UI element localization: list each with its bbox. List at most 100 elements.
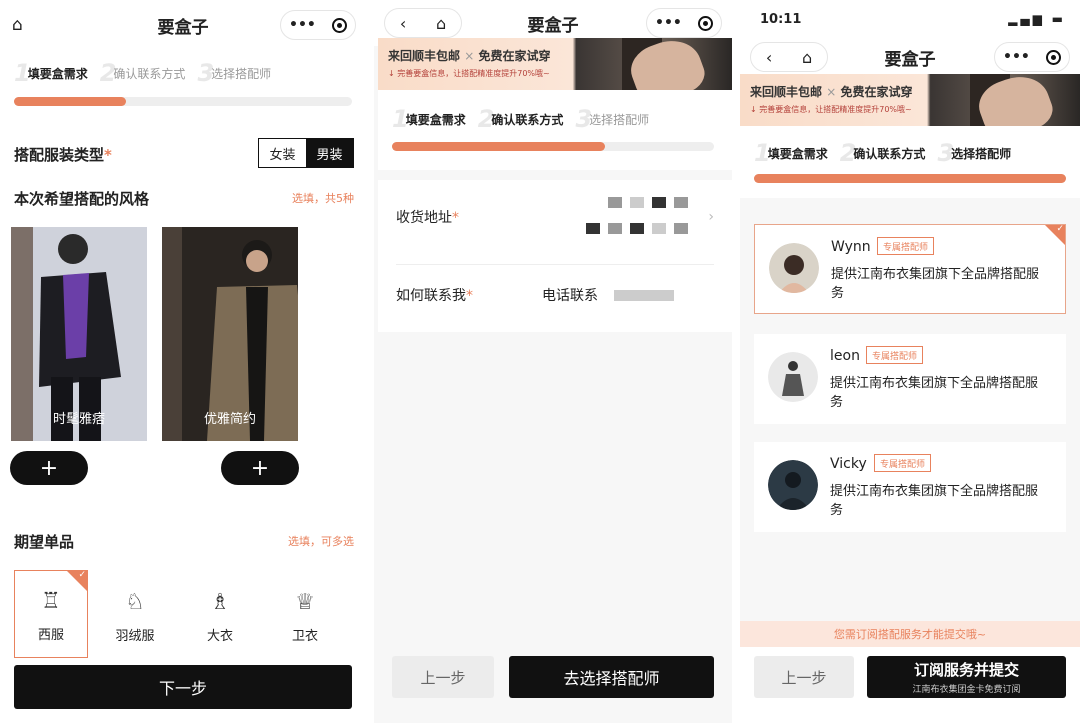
step-indicator: 1 填要盒需求 2 确认联系方式 3 选择搭配师	[392, 107, 661, 131]
screen-1: ⌂ 要盒子 ••• 1 填要盒需求 2 确认联系方式 3 选择搭配师 搭配服装类型* …	[0, 0, 366, 723]
stylist-card-wynn[interactable]: Wynn 专属搭配师 提供江南布衣集团旗下全品牌搭配服务	[754, 224, 1066, 314]
more-icon[interactable]: •••	[655, 15, 682, 31]
screen-3: 10:11 ▂▄▆ ▬ ‹ ⌂ 要盒子 ••• 来回顺丰包邮 × 免费在家试穿 …	[740, 0, 1080, 723]
step-2-label: 确认联系方式	[853, 147, 926, 161]
status-time: 10:11	[760, 12, 802, 27]
step-2-label: 确认联系方式	[491, 113, 564, 127]
item-down-jacket[interactable]: ♘ 羽绒服	[98, 570, 172, 658]
style-card-2[interactable]: 优雅简约	[162, 227, 298, 441]
item-label: 卫衣	[291, 629, 318, 644]
gender-toggle: 女装 男装	[258, 138, 354, 168]
choose-stylist-button[interactable]: 去选择搭配师	[509, 656, 714, 698]
step-1-label: 填要盒需求	[405, 113, 466, 127]
more-icon[interactable]: •••	[289, 17, 316, 33]
add-style-button[interactable]: +	[10, 451, 88, 485]
items-hint: 选填，可多选	[288, 535, 354, 548]
item-coat[interactable]: ♗ 大衣	[183, 570, 257, 658]
next-step-button[interactable]: 下一步	[14, 665, 352, 709]
nav-left-capsule: ‹ ⌂	[750, 42, 828, 72]
style-card-1[interactable]: 时髦雅痞	[11, 227, 147, 441]
nav-title: 要盒子	[527, 15, 579, 36]
address-label: 收货地址*	[396, 210, 459, 226]
prev-step-button[interactable]: 上一步	[754, 656, 854, 698]
mini-program-capsule[interactable]: •••	[280, 10, 356, 40]
avatar	[768, 352, 818, 402]
home-icon[interactable]: ⌂	[12, 15, 23, 35]
item-label: 大衣	[206, 629, 233, 644]
stylist-name: leon	[830, 348, 860, 364]
step-2-label: 确认联系方式	[113, 67, 186, 81]
promo-banner[interactable]: 来回顺丰包邮 × 免费在家试穿 ↓ 完善要盒信息，让搭配精准度提升70%哦~	[378, 38, 732, 90]
gender-male-option[interactable]: 男装	[306, 139, 353, 167]
home-icon[interactable]: ⌂	[802, 48, 812, 67]
progress-fill	[754, 174, 1066, 183]
step-1-label: 填要盒需求	[767, 147, 828, 161]
step-3-label: 选择搭配师	[211, 67, 272, 81]
selected-check-icon	[1045, 224, 1065, 245]
status-icons: ▂▄▆ ▬	[1008, 12, 1066, 26]
style-label: 时髦雅痞	[52, 412, 105, 427]
stylist-tag: 专属搭配师	[874, 454, 932, 472]
stylist-tag: 专属搭配师	[877, 237, 935, 255]
item-hoodie[interactable]: ♕ 卫衣	[268, 570, 342, 658]
target-icon[interactable]	[1045, 49, 1061, 65]
target-icon[interactable]	[697, 15, 713, 31]
contact-row[interactable]: 如何联系我* 电话联系	[378, 258, 732, 332]
nav-title: 要盒子	[157, 17, 209, 38]
style-title: 本次希望搭配的风格	[14, 190, 150, 208]
banner-subline: ↓ 完善要盒信息，让搭配精准度提升70%哦~	[750, 105, 912, 114]
nav-left-capsule: ‹ ⌂	[384, 8, 462, 38]
progress-bar	[392, 142, 714, 151]
progress-bar	[14, 97, 352, 106]
gender-female-option[interactable]: 女装	[259, 139, 306, 167]
step-indicator: 1 填要盒需求 2 确认联系方式 3 选择搭配师	[754, 141, 1023, 165]
items-title: 期望单品	[14, 533, 75, 551]
home-icon[interactable]: ⌂	[436, 14, 446, 33]
hoodie-icon: ♕	[295, 590, 315, 615]
contact-form: 收货地址* › 如何联系我* 电话联系	[378, 180, 732, 332]
step-1-label: 填要盒需求	[27, 67, 88, 81]
banner-subline: ↓ 完善要盒信息，让搭配精准度提升70%哦~	[388, 69, 550, 78]
nav-bar: ⌂ 要盒子 •••	[0, 2, 366, 48]
contact-redacted	[614, 289, 674, 301]
down-jacket-icon: ♘	[125, 590, 145, 615]
contact-label: 如何联系我*	[396, 288, 473, 304]
more-icon[interactable]: •••	[1003, 49, 1030, 65]
progress-fill	[14, 97, 126, 106]
mini-program-capsule[interactable]: •••	[994, 42, 1070, 72]
step-3-label: 选择搭配师	[951, 147, 1012, 161]
back-icon[interactable]: ‹	[766, 48, 772, 67]
avatar	[769, 243, 819, 293]
mini-program-capsule[interactable]: •••	[646, 8, 722, 38]
submit-label: 订阅服务并提交	[913, 661, 1019, 679]
gender-title: 搭配服装类型*	[14, 146, 112, 164]
subscribe-notice: 您需订阅搭配服务才能提交哦~	[740, 621, 1080, 647]
address-value-redacted	[556, 196, 696, 238]
step-3-label: 选择搭配师	[589, 113, 650, 127]
subscribe-submit-button[interactable]: 订阅服务并提交 江南布衣集团金卡免费订阅	[867, 656, 1066, 698]
selected-check-icon	[67, 570, 87, 591]
stylist-desc: 提供江南布衣集团旗下全品牌搭配服务	[830, 376, 1039, 410]
target-icon[interactable]	[331, 17, 347, 33]
submit-sublabel: 江南布衣集团金卡免费订阅	[912, 685, 1021, 695]
steps-area	[378, 90, 732, 170]
stylist-name: Vicky	[830, 456, 867, 472]
item-suit[interactable]: ♖ 西服	[14, 570, 88, 658]
progress-bar	[754, 174, 1066, 183]
suit-icon: ♖	[41, 589, 61, 614]
battery-icon: ▬	[1051, 12, 1066, 26]
address-row[interactable]: 收货地址* ›	[378, 180, 732, 254]
prev-step-button[interactable]: 上一步	[392, 656, 494, 698]
stylist-card-leon[interactable]: leon 专属搭配师 提供江南布衣集团旗下全品牌搭配服务	[754, 334, 1066, 424]
style-hint: 选填，共5种	[292, 192, 354, 205]
stylist-card-vicky[interactable]: Vicky 专属搭配师 提供江南布衣集团旗下全品牌搭配服务	[754, 442, 1066, 532]
stylist-name: Wynn	[831, 239, 871, 255]
screen-2: ‹ ⌂ 要盒子 ••• 来回顺丰包邮 × 免费在家试穿 ↓ 完善要盒信息，让搭配…	[374, 0, 732, 723]
promo-banner[interactable]: 来回顺丰包邮 × 免费在家试穿 ↓ 完善要盒信息，让搭配精准度提升70%哦~	[740, 74, 1080, 126]
add-style-button[interactable]: +	[221, 451, 299, 485]
item-label: 羽绒服	[115, 629, 155, 644]
nav-title: 要盒子	[884, 49, 936, 70]
back-icon[interactable]: ‹	[400, 14, 406, 33]
coat-icon: ♗	[210, 590, 230, 615]
stylist-tag: 专属搭配师	[866, 346, 924, 364]
